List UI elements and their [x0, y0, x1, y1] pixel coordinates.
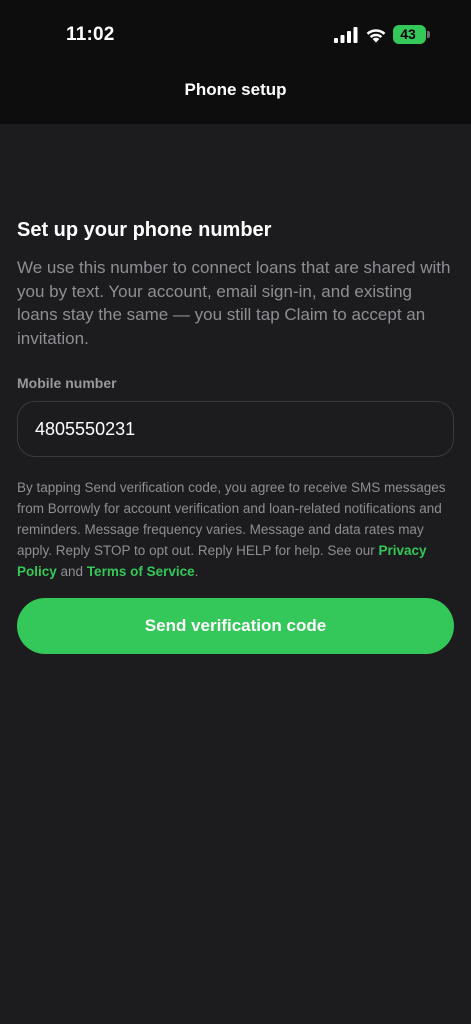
terms-of-service-link[interactable]: Terms of Service [87, 564, 195, 579]
page-heading: Set up your phone number [17, 219, 272, 241]
battery-level: 43 [400, 26, 416, 42]
battery-icon: 43 [393, 25, 430, 44]
sms-consent-and: and [56, 564, 87, 579]
sms-consent-text: By tapping Send verification code, you a… [17, 477, 454, 582]
battery-tip [427, 31, 430, 38]
nav-title: Phone setup [184, 80, 287, 99]
sms-consent-end: . [194, 564, 199, 579]
status-bar: 11:02 43 [0, 0, 471, 70]
send-verification-code-button[interactable]: Send verification code [17, 598, 454, 654]
status-time: 11:02 [66, 24, 115, 45]
mobile-number-label: Mobile number [17, 375, 117, 391]
phone-setup-form: Set up your phone number We use this num… [17, 216, 454, 654]
mobile-number-input[interactable] [17, 401, 454, 457]
cellular-signal-icon [334, 27, 358, 43]
top-header: 11:02 43 Phone setup [0, 0, 471, 124]
page-description: We use this number to connect loans that… [17, 258, 451, 348]
wifi-icon [366, 29, 386, 43]
